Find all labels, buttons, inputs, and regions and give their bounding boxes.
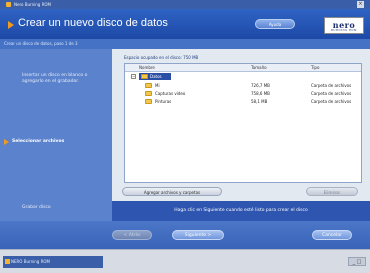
- file-size: 58,1 MB: [251, 99, 268, 104]
- logo-subtext: BURNING ROM: [331, 29, 357, 32]
- app-icon: [5, 259, 10, 264]
- file-name: Capturas video: [155, 91, 186, 96]
- current-step-arrow-icon: [4, 139, 9, 145]
- taskbar: NERO Burning ROM _ □: [0, 249, 370, 273]
- file-name: Pinturas: [155, 99, 172, 104]
- disc-space-label: Espacio ocupado en el disco: 750 MB: [124, 55, 199, 60]
- file-type: Carpeta de archivos: [311, 99, 352, 104]
- page-title: Crear un nuevo disco de datos: [18, 17, 168, 29]
- cancel-button[interactable]: Cancelar: [312, 230, 352, 240]
- file-name: Datos: [150, 74, 162, 79]
- folder-icon: [145, 91, 152, 96]
- window-controls[interactable]: _ □: [348, 257, 366, 266]
- column-type[interactable]: Tipo: [311, 65, 319, 70]
- file-list[interactable]: Nombre Tamaño Tipo − Datos Mi 726,7 MB C…: [124, 63, 362, 183]
- folder-icon: [145, 83, 152, 88]
- sidebar-step-select-files-label: Seleccionar archivos: [12, 139, 65, 144]
- file-type: Carpeta de archivos: [311, 83, 352, 88]
- file-row[interactable]: Capturas video 758,6 MB Carpeta de archi…: [125, 90, 361, 98]
- main-content: Espacio ocupado en el disco: 750 MB Nomb…: [112, 49, 370, 249]
- file-size: 758,6 MB: [251, 91, 270, 96]
- step-text: Crear un disco de datos, paso 1 de 3: [4, 41, 78, 46]
- column-name[interactable]: Nombre: [139, 65, 155, 70]
- folder-icon: [145, 99, 152, 104]
- add-files-button[interactable]: Agregar archivos y carpetas: [122, 187, 222, 196]
- file-size: 726,7 MB: [251, 83, 270, 88]
- column-size[interactable]: Tamaño: [251, 65, 267, 70]
- window-title: Nero Burning ROM: [14, 2, 51, 7]
- sidebar-step-burn-disc: Grabar disco: [22, 205, 51, 210]
- info-bar: Haga clic en Siguiente cuando esté listo…: [112, 201, 370, 221]
- next-button[interactable]: Siguiente >: [172, 230, 224, 240]
- close-icon[interactable]: ×: [357, 1, 364, 8]
- wizard-sidebar: Insertar un disco en blanco o agregarlo …: [0, 49, 112, 249]
- collapse-icon[interactable]: −: [131, 74, 136, 79]
- sidebar-step-select-files: Seleccionar archivos: [0, 137, 112, 147]
- wizard-footer: < Atrás Siguiente > Cancelar: [0, 221, 370, 249]
- step-indicator: Crear un disco de datos, paso 1 de 3: [0, 39, 370, 49]
- file-row-root[interactable]: − Datos: [125, 73, 361, 81]
- window-titlebar: Nero Burning ROM ×: [0, 0, 370, 9]
- sidebar-step-insert-disc: Insertar un disco en blanco o agregarlo …: [22, 73, 88, 84]
- info-text: Haga clic en Siguiente cuando esté listo…: [174, 208, 308, 213]
- file-list-header: Nombre Tamaño Tipo: [125, 64, 361, 72]
- file-name: Mi: [155, 83, 160, 88]
- app-icon: [6, 2, 11, 7]
- delete-button[interactable]: Eliminar: [306, 187, 358, 196]
- file-row[interactable]: Pinturas 58,1 MB Carpeta de archivos: [125, 98, 361, 106]
- folder-icon: [141, 74, 148, 79]
- help-button[interactable]: Ayuda: [255, 19, 295, 29]
- wizard-header: Crear un nuevo disco de datos Ayuda nero…: [0, 9, 370, 39]
- file-row[interactable]: Mi 726,7 MB Carpeta de archivos: [125, 82, 361, 90]
- file-type: Carpeta de archivos: [311, 91, 352, 96]
- taskbar-item[interactable]: NERO Burning ROM: [3, 256, 103, 268]
- taskbar-item-label: NERO Burning ROM: [11, 259, 50, 264]
- nero-logo: nero BURNING ROM: [324, 17, 364, 34]
- arrow-icon: [8, 21, 14, 29]
- back-button[interactable]: < Atrás: [112, 230, 152, 240]
